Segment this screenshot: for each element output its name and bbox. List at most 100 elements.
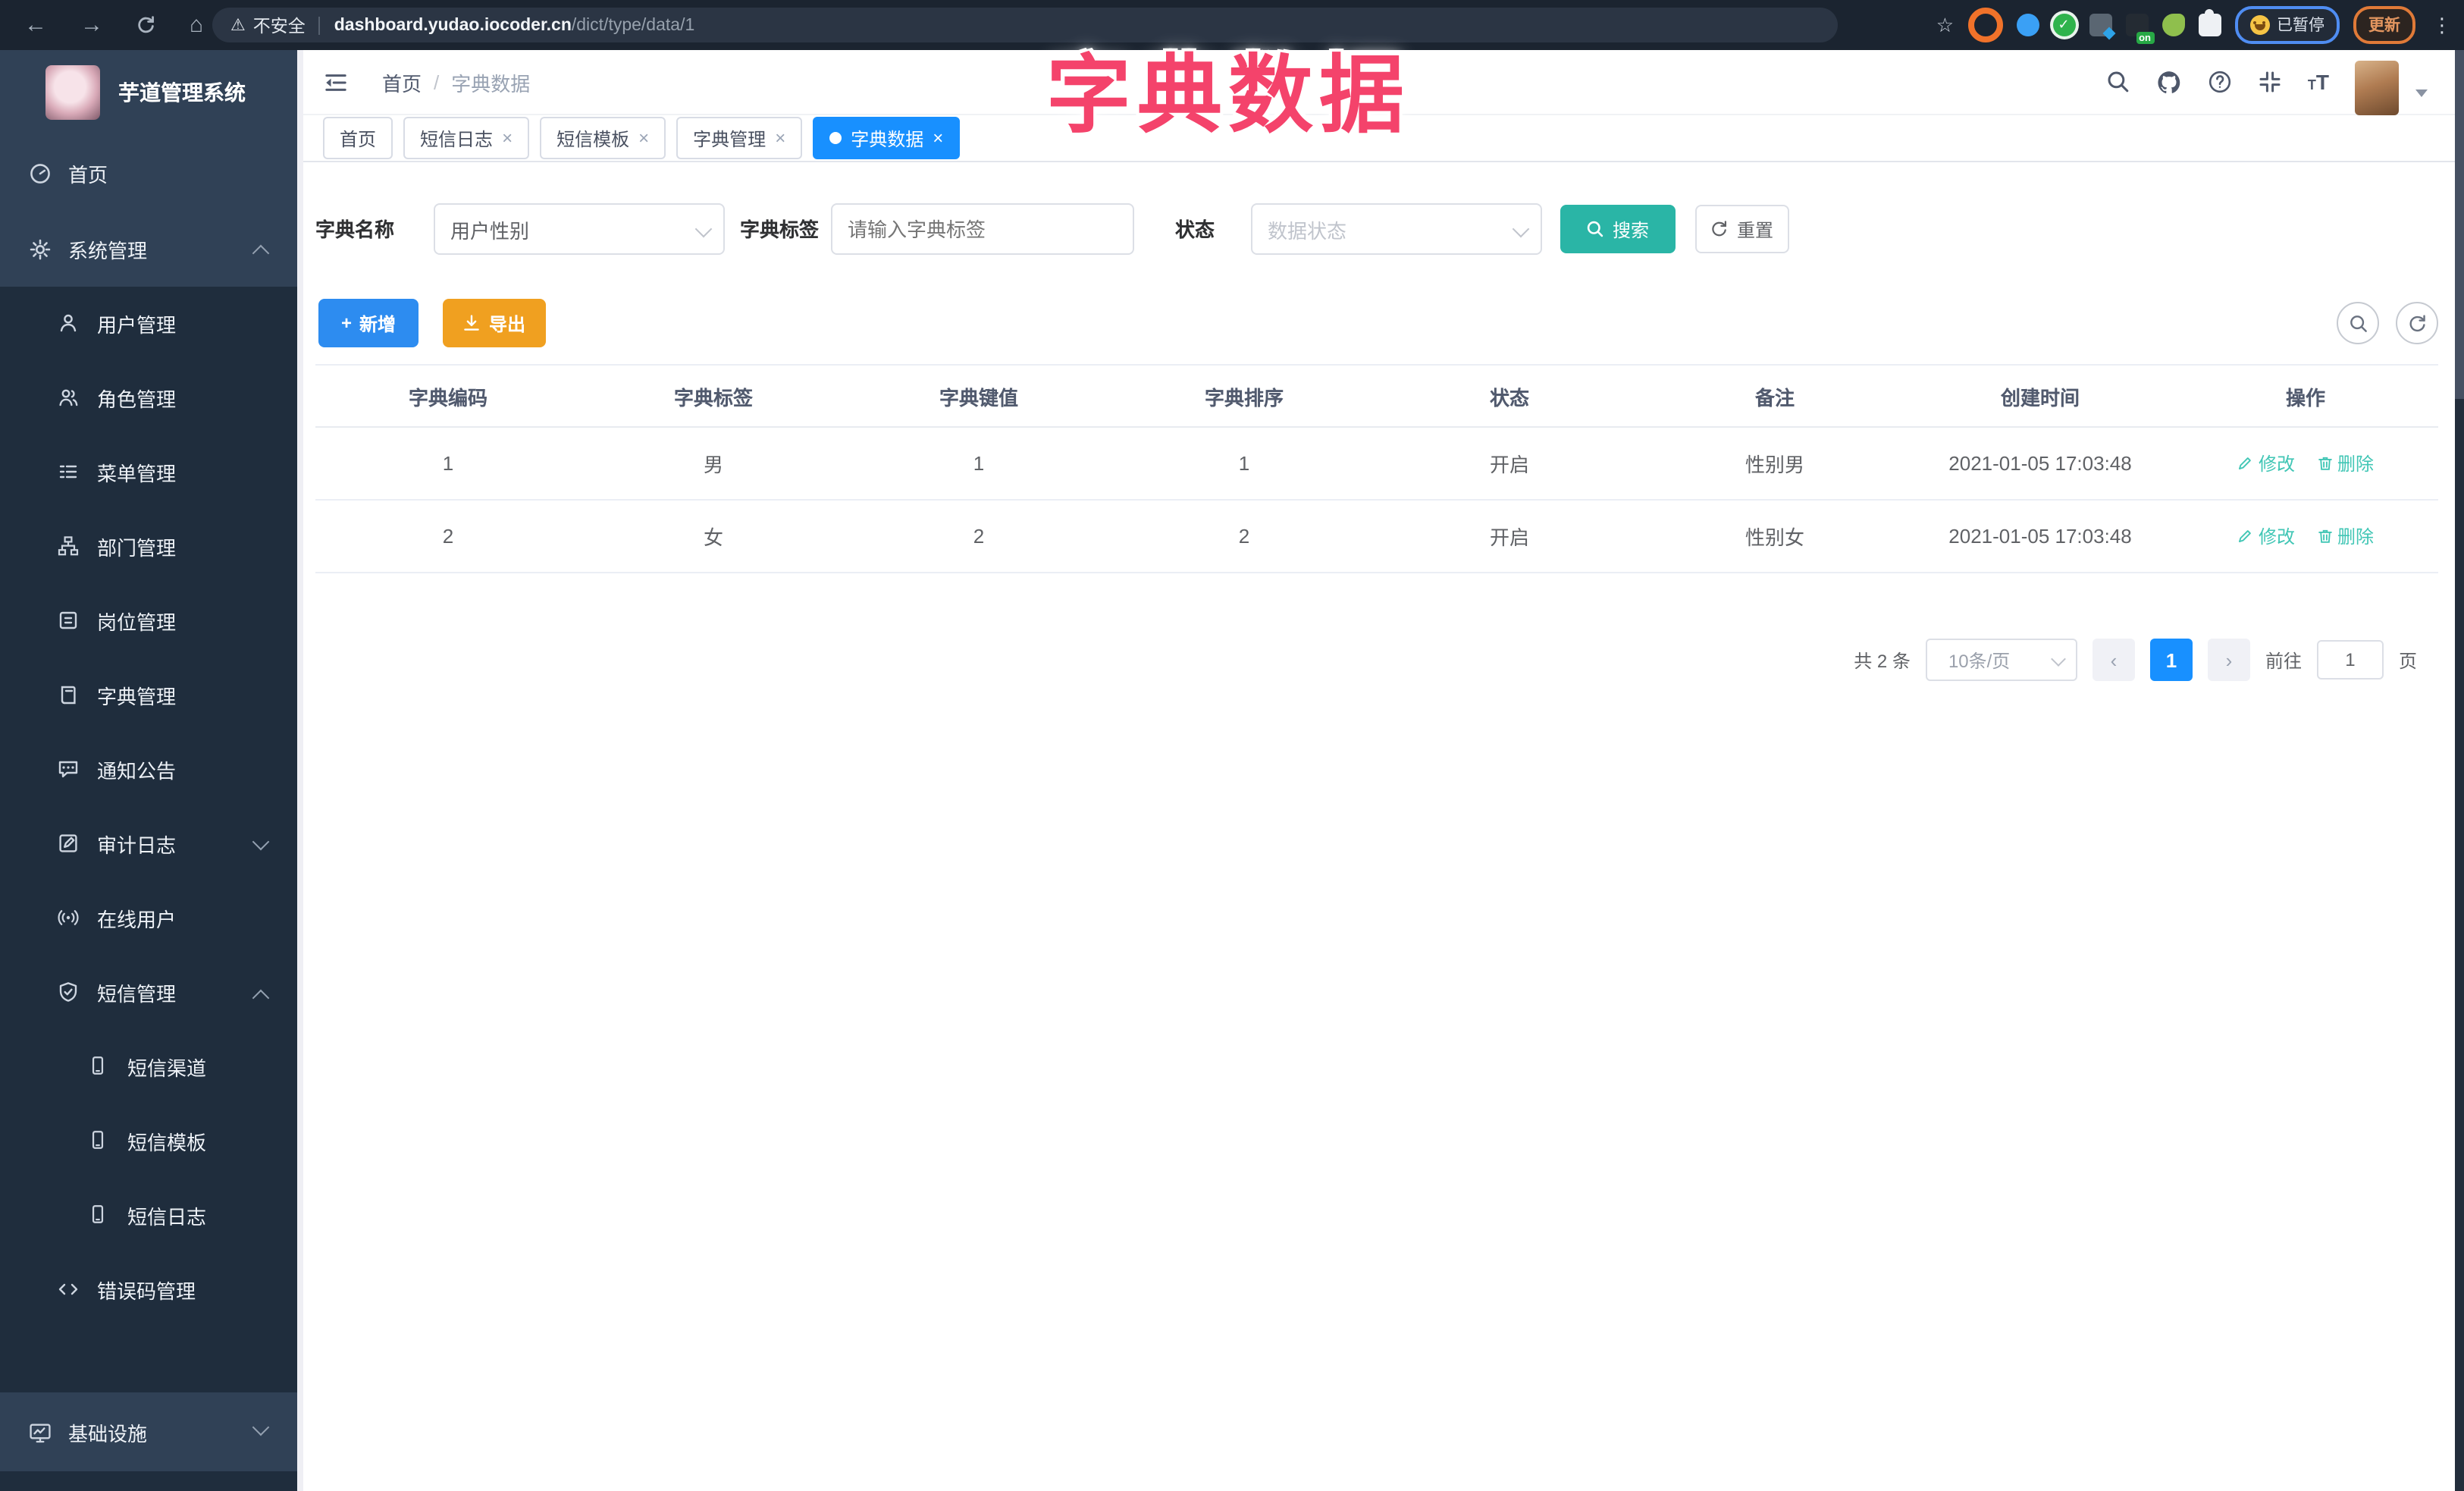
extension-icon[interactable]: on	[2125, 14, 2154, 44]
extension-icon[interactable]	[2161, 14, 2184, 36]
browser-update-button[interactable]: 更新	[2353, 6, 2415, 44]
tab-dict-manage[interactable]: 字典管理 ×	[676, 117, 803, 159]
shield-check-icon	[58, 981, 80, 1004]
url-path: /dict/type/data/1	[571, 16, 695, 34]
show-search-toggle-button[interactable]	[2337, 302, 2379, 344]
edit-link[interactable]: 修改	[2237, 450, 2295, 476]
close-icon[interactable]: ×	[933, 129, 943, 147]
sidebar-scrollbar[interactable]	[297, 50, 303, 1491]
app-logo-row[interactable]: 芋道管理系统	[0, 50, 297, 135]
tab-dict-data[interactable]: 字典数据 ×	[813, 117, 961, 159]
overlay-annotation-title: 字典数据	[1046, 47, 1410, 143]
delete-link[interactable]: 删除	[2316, 450, 2374, 476]
sidebar-item-sms-channel[interactable]: 短信渠道	[0, 1030, 297, 1104]
sidebar-item-departments[interactable]: 部门管理	[0, 510, 297, 584]
close-icon[interactable]: ×	[638, 129, 649, 147]
sidebar-item-infrastructure[interactable]: 基础设施	[0, 1392, 297, 1471]
edit-link[interactable]: 修改	[2237, 523, 2295, 549]
chevron-up-icon	[252, 244, 270, 262]
search-button[interactable]: 搜索	[1560, 205, 1676, 253]
tab-sms-log[interactable]: 短信日志 ×	[403, 117, 530, 159]
add-button[interactable]: + 新增	[318, 299, 419, 347]
help-icon[interactable]	[2208, 70, 2232, 94]
avatar[interactable]	[2355, 61, 2399, 115]
breadcrumb-separator: /	[434, 71, 440, 93]
message-bubble-icon	[58, 758, 80, 781]
collapse-sidebar-icon[interactable]	[323, 71, 349, 93]
chevron-down-icon	[1512, 220, 1530, 238]
address-bar[interactable]: ⚠ 不安全 dashboard.yudao.iocoder.cn /dict/t…	[212, 8, 1838, 42]
tab-home[interactable]: 首页	[323, 117, 393, 159]
table-header-row: 字典编码 字典标签 字典键值 字典排序 状态 备注 创建时间 操作	[315, 364, 2438, 428]
org-tree-icon	[58, 535, 80, 558]
delete-link[interactable]: 删除	[2316, 523, 2374, 549]
status-text: 开启	[1489, 454, 1529, 476]
divider	[318, 16, 321, 34]
sidebar-item-roles[interactable]: 角色管理	[0, 361, 297, 435]
caret-down-icon[interactable]	[2415, 89, 2428, 96]
close-icon[interactable]: ×	[775, 129, 785, 147]
sidebar-item-online-users[interactable]: 在线用户	[0, 881, 297, 956]
sidebar-item-error-codes[interactable]: 错误码管理	[0, 1253, 297, 1327]
security-label[interactable]: 不安全	[253, 13, 306, 37]
browser-nav: ← → ⌂	[0, 14, 203, 36]
breadcrumb: 首页 / 字典数据	[382, 67, 530, 96]
browser-menu-icon[interactable]: ⋮	[2432, 13, 2452, 37]
font-size-icon[interactable]: TT	[2308, 70, 2329, 94]
sidebar-item-sms-log[interactable]: 短信日志	[0, 1179, 297, 1253]
home-icon[interactable]: ⌂	[190, 14, 203, 36]
header-actions: TT	[2106, 50, 2428, 115]
extension-icon[interactable]	[2016, 14, 2039, 36]
extensions-puzzle-icon[interactable]	[2198, 9, 2221, 36]
page-scrollbar[interactable]	[2455, 50, 2464, 1491]
menu-list-icon	[58, 461, 80, 484]
dict-label-input[interactable]	[832, 205, 1133, 253]
table-row[interactable]: 1 男 1 1 开启 性别男 2021-01-05 17:03:48 修改 删除	[315, 428, 2438, 501]
goto-page-input[interactable]	[2316, 640, 2384, 680]
sidebar-item-sms[interactable]: 短信管理	[0, 956, 297, 1030]
column-header: 创建时间	[2000, 386, 2080, 409]
extension-icon[interactable]	[2089, 14, 2111, 36]
back-icon[interactable]: ←	[24, 14, 47, 36]
status-text: 开启	[1489, 526, 1529, 549]
export-button[interactable]: 导出	[443, 299, 546, 347]
dict-name-select[interactable]: 用户性别	[434, 203, 725, 255]
sidebar-item-menus[interactable]: 菜单管理	[0, 435, 297, 510]
sidebar-item-users[interactable]: 用户管理	[0, 287, 297, 361]
url-host: dashboard.yudao.iocoder.cn	[334, 16, 572, 34]
main-content: 首页 / 字典数据 TT 首页 短信日志 × 短信模板 × 字典管理 × 字典数…	[303, 50, 2455, 1491]
fullscreen-icon[interactable]	[2258, 70, 2282, 94]
chevron-down-icon	[252, 1418, 270, 1436]
next-page-button[interactable]: ›	[2207, 639, 2250, 681]
sidebar-item-sms-template[interactable]: 短信模板	[0, 1104, 297, 1179]
reset-button[interactable]: 重置	[1695, 205, 1789, 253]
scrollbar-thumb[interactable]	[2455, 50, 2464, 399]
bookmark-star-icon[interactable]: ☆	[1936, 13, 1954, 37]
page-number-button[interactable]: 1	[2149, 639, 2193, 681]
extension-check-icon[interactable]: ✓	[2052, 14, 2075, 36]
close-icon[interactable]: ×	[502, 129, 513, 147]
active-tab-dot	[829, 132, 842, 144]
dict-label-field	[831, 203, 1134, 255]
sidebar-item-audit-log[interactable]: 审计日志	[0, 807, 297, 881]
extension-icon[interactable]	[1967, 8, 2002, 42]
tab-sms-template[interactable]: 短信模板 ×	[540, 117, 666, 159]
table-row[interactable]: 2 女 2 2 开启 性别女 2021-01-05 17:03:48 修改 删除	[315, 501, 2438, 573]
page-size-select[interactable]: 10条/页	[1925, 639, 2077, 681]
github-icon[interactable]	[2156, 69, 2182, 95]
refresh-table-button[interactable]	[2396, 302, 2438, 344]
sidebar-item-system[interactable]: 系统管理	[0, 211, 297, 287]
sidebar-item-posts[interactable]: 岗位管理	[0, 584, 297, 658]
goto-label: 前往	[2265, 650, 2302, 671]
sidebar-item-dict[interactable]: 字典管理	[0, 658, 297, 733]
prev-page-button[interactable]: ‹	[2092, 639, 2135, 681]
reload-icon[interactable]	[136, 15, 156, 35]
status-select[interactable]: 数据状态	[1251, 203, 1542, 255]
sidebar-item-home[interactable]: 首页	[0, 135, 297, 211]
sidebar-item-notice[interactable]: 通知公告	[0, 733, 297, 807]
paused-extension-badge[interactable]: 已暂停	[2234, 6, 2340, 44]
search-icon[interactable]	[2106, 70, 2130, 94]
breadcrumb-home[interactable]: 首页	[382, 67, 422, 96]
browser-toolbar-right: ☆ ✓ on 已暂停 更新 ⋮	[1936, 0, 2452, 50]
forward-icon[interactable]: →	[80, 14, 103, 36]
